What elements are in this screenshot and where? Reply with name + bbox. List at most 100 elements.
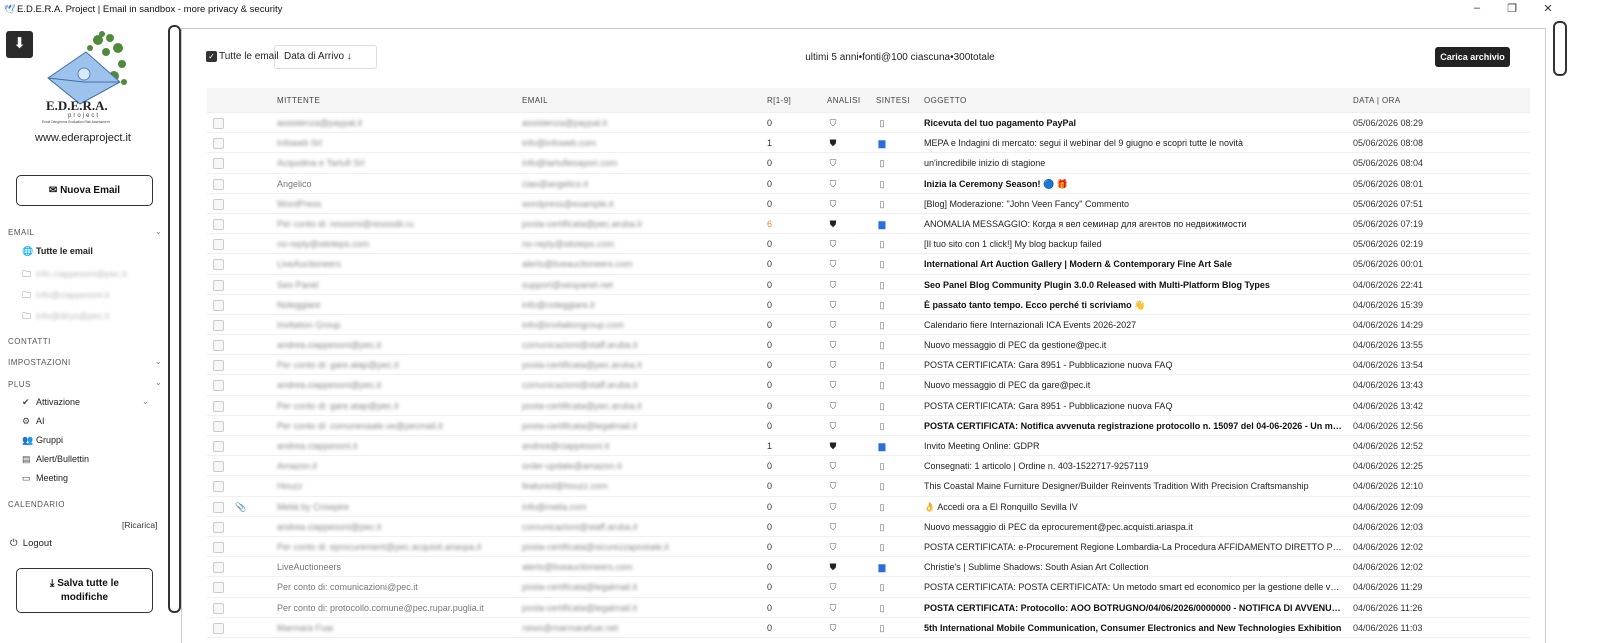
document-icon[interactable]: ▯ bbox=[876, 179, 888, 190]
subject-cell[interactable]: POSTA CERTIFICATA: Protocollo: AOO BOTRU… bbox=[924, 603, 1344, 613]
subject-cell[interactable]: Christie's | Sublime Shadows: South Asia… bbox=[924, 562, 1344, 572]
save-all-button[interactable]: ⤓ Salva tutte le modifiche bbox=[16, 568, 153, 613]
shield-icon[interactable]: ⛉ bbox=[827, 481, 839, 492]
sidebar-item-plus[interactable]: 👥 Gruppi bbox=[22, 435, 63, 446]
document-icon[interactable]: ▆ bbox=[876, 441, 888, 452]
subject-cell[interactable]: Nuovo messaggio di PEC da gare@pec.it bbox=[924, 380, 1344, 390]
shield-icon[interactable]: ⛉ bbox=[827, 582, 839, 593]
row-checkbox[interactable] bbox=[213, 380, 224, 392]
table-row[interactable]: Houzz featured@houzz.com 0 ⛉ ▯ This Coastal M… bbox=[207, 476, 1530, 497]
table-row[interactable]: andrea.ciappesoni@pec.it comunicazioni@st… bbox=[207, 375, 1530, 396]
shield-icon[interactable]: ⛉ bbox=[827, 179, 839, 190]
shield-icon[interactable]: ⛉ bbox=[827, 461, 839, 472]
sidebar-item-mailbox[interactable]: 🗀 info@ciappesoni.it bbox=[22, 288, 110, 304]
table-row[interactable]: no-reply@sitoteps.com no-reply@sitoteps.c… bbox=[207, 234, 1530, 255]
sidebar-item-mailbox[interactable]: 🗀 info.ciappesoni@pec.it bbox=[22, 267, 127, 283]
document-icon[interactable]: ▯ bbox=[876, 259, 888, 270]
document-icon[interactable]: ▯ bbox=[876, 380, 888, 391]
table-row[interactable]: Noleggiare info@noleggiare.it 0 ⛉ ▯ È passato… bbox=[207, 295, 1530, 315]
row-checkbox[interactable] bbox=[213, 198, 224, 210]
row-checkbox[interactable] bbox=[213, 319, 224, 331]
table-row[interactable]: WordPress wordpress@example.it 0 ⛉ ▯ [Blog] M… bbox=[207, 194, 1530, 214]
document-icon[interactable]: ▯ bbox=[876, 461, 888, 472]
table-row[interactable]: 📎 Meliá by Crowpire info@melia.com 0 ⛉ ▯ 👌 Acc… bbox=[207, 497, 1530, 517]
shield-icon[interactable]: ⛉ bbox=[827, 421, 839, 432]
row-checkbox[interactable] bbox=[213, 360, 224, 372]
subject-cell[interactable]: [Il tuo sito con 1 click!] My blog backu… bbox=[924, 239, 1344, 249]
subject-cell[interactable]: Seo Panel Blog Community Plugin 3.0.0 Re… bbox=[924, 280, 1344, 290]
document-icon[interactable]: ▆ bbox=[876, 219, 888, 230]
document-icon[interactable]: ▯ bbox=[876, 542, 888, 553]
row-checkbox[interactable] bbox=[213, 218, 224, 230]
table-row[interactable]: andrea.ciappesoni@pec.it comunicazioni@st… bbox=[207, 517, 1530, 537]
chevron-down-icon[interactable]: ⌄ bbox=[155, 378, 162, 387]
header-sender[interactable]: MITTENTE bbox=[277, 96, 320, 105]
subject-cell[interactable]: Nuovo messaggio di PEC da gestione@pec.i… bbox=[924, 340, 1344, 350]
shield-filled-icon[interactable]: ⛊ bbox=[827, 219, 839, 230]
document-icon[interactable]: ▆ bbox=[876, 562, 888, 573]
header-summary[interactable]: SINTESI bbox=[876, 96, 910, 105]
header-analysis[interactable]: ANALISI bbox=[827, 96, 860, 105]
table-row[interactable]: Acquolina e Tartufi Srl info@tartufiesapo… bbox=[207, 153, 1530, 174]
sidebar-item-plus[interactable]: ⚙ AI bbox=[22, 416, 45, 427]
sidebar-item-mailbox[interactable]: 🗀 info@dirys@pec.it bbox=[22, 309, 109, 325]
table-row[interactable]: Per conto di: comunicazioni@pec.it posta-… bbox=[207, 577, 1530, 598]
table-row[interactable]: andrea.ciappesoni.it andrea@ciappesoni.it… bbox=[207, 436, 1530, 457]
header-subject[interactable]: OGGETTO bbox=[924, 96, 967, 105]
shield-filled-icon[interactable]: ⛊ bbox=[827, 441, 839, 452]
contatti-section-label[interactable]: CONTATTI bbox=[8, 337, 51, 346]
document-icon[interactable]: ▯ bbox=[876, 239, 888, 250]
table-row[interactable]: Per conto di: comunesaale.ve@pecmail.it p… bbox=[207, 416, 1530, 436]
table-row[interactable]: Per conto di: protocollo.comune@pec.rupa… bbox=[207, 598, 1530, 618]
shield-icon[interactable]: ⛉ bbox=[827, 502, 839, 513]
shield-icon[interactable]: ⛉ bbox=[827, 623, 839, 634]
subject-cell[interactable]: ANOMALIA MESSAGGIO: Когда я вел семинар … bbox=[924, 219, 1344, 229]
row-checkbox[interactable] bbox=[213, 622, 224, 634]
row-checkbox[interactable] bbox=[213, 521, 224, 533]
shield-icon[interactable]: ⛉ bbox=[827, 360, 839, 371]
chevron-down-icon[interactable]: ⌄ bbox=[142, 397, 149, 406]
download-icon[interactable]: ⬇ bbox=[6, 31, 33, 58]
chevron-down-icon[interactable]: ⌄ bbox=[155, 227, 162, 236]
row-checkbox[interactable] bbox=[213, 562, 224, 574]
calendario-section-label[interactable]: CALENDARIO bbox=[8, 500, 65, 509]
subject-cell[interactable]: POSTA CERTIFICATA: Notifica avvenuta reg… bbox=[924, 421, 1344, 431]
document-icon[interactable]: ▯ bbox=[876, 300, 888, 311]
table-row[interactable]: Invitation Group info@invitationgroup.com… bbox=[207, 315, 1530, 336]
row-checkbox[interactable] bbox=[213, 501, 224, 513]
table-row[interactable]: LiveAuctioneers alerts@liveauctioneers.co… bbox=[207, 557, 1530, 578]
subject-cell[interactable]: POSTA CERTIFICATA: POSTA CERTIFICATA: Un… bbox=[924, 582, 1344, 592]
maximize-button[interactable]: ❐ bbox=[1502, 2, 1522, 15]
table-row[interactable]: Seo Panel support@seopanel.net 0 ⛉ ▯ Seo Pane… bbox=[207, 275, 1530, 295]
document-icon[interactable]: ▯ bbox=[876, 522, 888, 533]
document-icon[interactable]: ▯ bbox=[876, 118, 888, 129]
close-button[interactable]: ✕ bbox=[1538, 2, 1558, 15]
subject-cell[interactable]: POSTA CERTIFICATA: e-Procurement Regione… bbox=[924, 542, 1344, 552]
subject-cell[interactable]: POSTA CERTIFICATA: Gara 8951 - Pubblicaz… bbox=[924, 360, 1344, 370]
row-checkbox[interactable] bbox=[213, 239, 224, 251]
minimize-button[interactable]: – bbox=[1467, 2, 1487, 14]
load-archive-button[interactable]: Carica archivio bbox=[1435, 47, 1510, 67]
subject-cell[interactable]: Consegnati: 1 articolo | Ordine n. 403-1… bbox=[924, 461, 1344, 471]
table-row[interactable]: LiveAuctioneers alerts@liveauctioneers.co… bbox=[207, 254, 1530, 275]
subject-cell[interactable]: un'incredibile inizio di stagione bbox=[924, 158, 1344, 168]
row-checkbox[interactable] bbox=[213, 602, 224, 614]
subject-cell[interactable]: Inizia la Ceremony Season! 🔵 🎁 bbox=[924, 179, 1344, 190]
table-row[interactable]: assistenza@paypal.it assistenza@paypal.it… bbox=[207, 113, 1530, 134]
document-icon[interactable]: ▯ bbox=[876, 199, 888, 210]
table-row[interactable]: Per conto di: gare.atap@pec.it posta-cert… bbox=[207, 396, 1530, 416]
document-icon[interactable]: ▯ bbox=[876, 280, 888, 291]
table-row[interactable]: Per conto di: gare.atap@pec.it posta-cert… bbox=[207, 355, 1530, 376]
email-section-label[interactable]: EMAIL bbox=[8, 228, 35, 237]
sort-select[interactable]: Data di Arrivo ↓ bbox=[274, 45, 377, 69]
row-checkbox[interactable] bbox=[213, 259, 224, 271]
shield-icon[interactable]: ⛉ bbox=[827, 340, 839, 351]
table-row[interactable]: Angelico ciao@angelico.it 0 ⛉ ▯ Inizia la Cer… bbox=[207, 174, 1530, 194]
document-icon[interactable]: ▯ bbox=[876, 320, 888, 331]
subject-cell[interactable]: MEPA e Indagini di mercato: segui il web… bbox=[924, 138, 1344, 148]
header-risk[interactable]: R[1-9] bbox=[767, 96, 791, 105]
row-checkbox[interactable] bbox=[213, 481, 224, 493]
site-url[interactable]: www.ederaproject.it bbox=[0, 132, 166, 144]
document-icon[interactable]: ▯ bbox=[876, 582, 888, 593]
row-checkbox[interactable] bbox=[213, 400, 224, 412]
